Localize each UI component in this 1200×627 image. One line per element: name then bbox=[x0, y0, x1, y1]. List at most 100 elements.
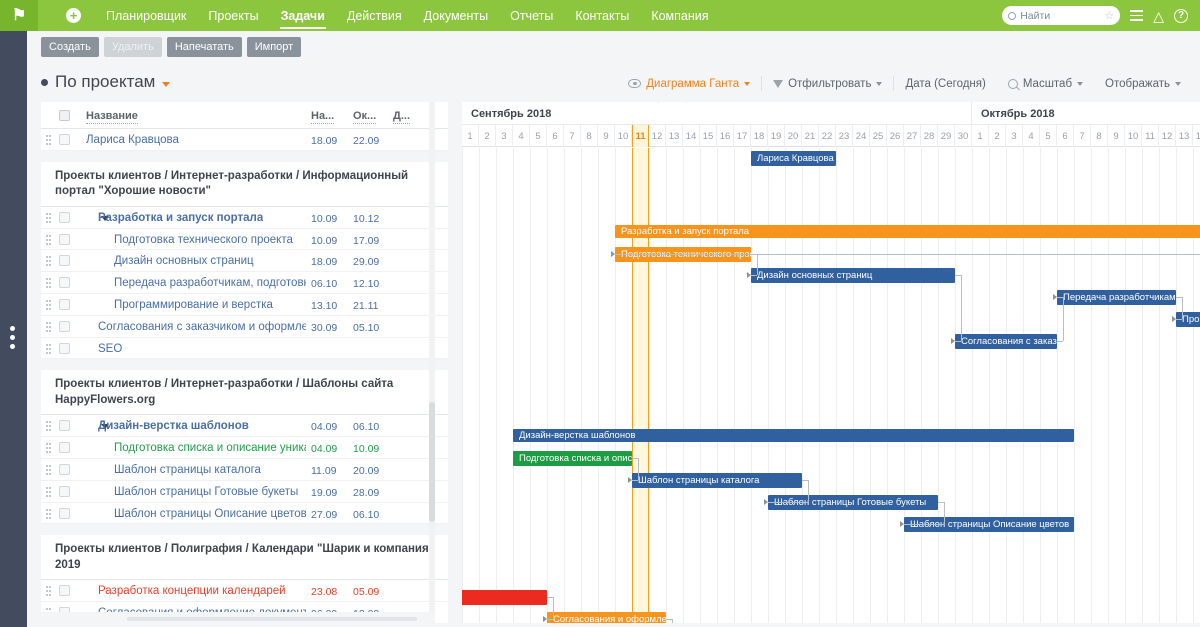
row-checkbox[interactable] bbox=[59, 343, 70, 354]
day-cell[interactable]: 27 bbox=[904, 125, 921, 147]
row-checkbox[interactable] bbox=[59, 212, 70, 223]
drag-handle[interactable] bbox=[46, 278, 51, 288]
row-checkbox[interactable] bbox=[59, 420, 70, 431]
day-cell[interactable]: 3 bbox=[496, 125, 513, 147]
star-icon[interactable]: ☆ bbox=[1104, 9, 1114, 22]
search-input[interactable]: Найти bbox=[1020, 10, 1100, 22]
plus-circle-icon[interactable]: + bbox=[66, 8, 81, 23]
drag-handle[interactable] bbox=[46, 487, 51, 497]
hamburger-menu-icon[interactable] bbox=[1130, 10, 1143, 20]
table-row[interactable]: Разработка концепции календарей23.0805.0… bbox=[41, 580, 448, 602]
nav-item-4[interactable]: Документы bbox=[413, 0, 499, 31]
table-row[interactable]: Подготовка технического проекта10.0917.0… bbox=[41, 229, 448, 251]
display-button[interactable]: Отображать bbox=[1094, 78, 1192, 90]
scale-button[interactable]: Масштаб bbox=[997, 78, 1094, 90]
app-logo[interactable]: ⚑ bbox=[0, 0, 38, 31]
day-cell[interactable]: 9 bbox=[598, 125, 615, 147]
table-row[interactable]: Подготовка списка и описание уникаль...0… bbox=[41, 437, 448, 459]
gantt-bar[interactable]: Дизайн-верстка шаблонов bbox=[513, 429, 1074, 442]
filter-button[interactable]: Отфильтровать bbox=[762, 78, 893, 90]
day-cell[interactable]: 8 bbox=[581, 125, 598, 147]
day-cell[interactable]: 2 bbox=[989, 125, 1006, 147]
task-name[interactable]: Шаблон страницы каталога bbox=[114, 464, 261, 476]
nav-item-7[interactable]: Компания bbox=[640, 0, 719, 31]
row-checkbox[interactable] bbox=[59, 134, 70, 145]
row-checkbox[interactable] bbox=[59, 585, 70, 596]
drag-handle[interactable] bbox=[46, 421, 51, 431]
table-row[interactable]: Разработка и запуск портала10.0910.12 bbox=[41, 207, 448, 229]
nav-item-5[interactable]: Отчеты bbox=[499, 0, 564, 31]
create-button[interactable]: Создать bbox=[41, 37, 99, 57]
day-cell[interactable]: 4 bbox=[513, 125, 530, 147]
delete-button[interactable]: Удалить bbox=[104, 37, 162, 57]
collapse-timeline-button[interactable] bbox=[658, 102, 687, 103]
table-row[interactable]: Согласования с заказчиком и оформлен...3… bbox=[41, 316, 448, 338]
day-cell[interactable]: 23 bbox=[836, 125, 853, 147]
chevron-down-icon[interactable] bbox=[162, 82, 170, 87]
row-checkbox[interactable] bbox=[59, 234, 70, 245]
task-name[interactable]: Разработка и запуск портала bbox=[98, 212, 263, 224]
day-cell[interactable]: 11 bbox=[1142, 125, 1159, 147]
day-cell[interactable]: 8 bbox=[1091, 125, 1108, 147]
day-cell[interactable]: 16 bbox=[717, 125, 734, 147]
day-cell[interactable]: 5 bbox=[530, 125, 547, 147]
day-cell[interactable]: 12 bbox=[1159, 125, 1176, 147]
table-row[interactable]: SEO bbox=[41, 338, 448, 360]
search-box[interactable]: Найти ☆ bbox=[1002, 6, 1120, 25]
day-cell[interactable]: 1 bbox=[972, 125, 989, 147]
drag-handle[interactable] bbox=[46, 586, 51, 596]
day-cell[interactable]: 12 bbox=[649, 125, 666, 147]
row-checkbox[interactable] bbox=[59, 508, 70, 519]
day-cell[interactable]: 10 bbox=[615, 125, 632, 147]
day-cell[interactable]: 6 bbox=[547, 125, 564, 147]
day-cell[interactable]: 15 bbox=[700, 125, 717, 147]
day-cell[interactable]: 2 bbox=[479, 125, 496, 147]
drag-handle[interactable] bbox=[46, 135, 51, 145]
day-cell[interactable]: 9 bbox=[1108, 125, 1125, 147]
day-cell[interactable]: 19 bbox=[768, 125, 785, 147]
gantt-bar[interactable]: Шаблон страницы каталога bbox=[632, 473, 802, 488]
day-cell[interactable]: 25 bbox=[870, 125, 887, 147]
gantt-bar[interactable]: Согласования и оформление ... bbox=[547, 612, 666, 623]
drag-handle[interactable] bbox=[46, 465, 51, 475]
day-cell[interactable]: 21 bbox=[802, 125, 819, 147]
gantt-bar[interactable]: Передача разработчикам, по... bbox=[1057, 290, 1176, 305]
task-name[interactable]: Лариса Кравцова bbox=[86, 134, 179, 146]
day-cell[interactable]: 10 bbox=[1125, 125, 1142, 147]
day-cell[interactable]: 5 bbox=[1040, 125, 1057, 147]
day-cell[interactable]: 7 bbox=[1074, 125, 1091, 147]
day-cell[interactable]: 28 bbox=[921, 125, 938, 147]
nav-item-2[interactable]: Задачи bbox=[270, 0, 336, 31]
row-checkbox[interactable] bbox=[59, 442, 70, 453]
column-header-name[interactable]: Название bbox=[86, 110, 138, 124]
select-all-checkbox[interactable] bbox=[59, 110, 70, 121]
task-name[interactable]: Дизайн основных страниц bbox=[114, 255, 254, 267]
row-checkbox[interactable] bbox=[59, 299, 70, 310]
day-cell[interactable]: 13 bbox=[666, 125, 683, 147]
day-cell[interactable]: 22 bbox=[819, 125, 836, 147]
nav-item-3[interactable]: Действия bbox=[336, 0, 413, 31]
row-checkbox[interactable] bbox=[59, 464, 70, 475]
task-name[interactable]: Программирование и верстка bbox=[114, 299, 273, 311]
gantt-bar[interactable]: Дизайн основных страниц bbox=[751, 268, 955, 283]
day-cell[interactable]: 26 bbox=[887, 125, 904, 147]
nav-item-0[interactable]: Планировщик bbox=[95, 0, 197, 31]
drag-handle[interactable] bbox=[46, 300, 51, 310]
nav-item-6[interactable]: Контакты bbox=[564, 0, 640, 31]
day-cell[interactable]: 14 bbox=[1193, 125, 1200, 147]
table-row[interactable]: Шаблон страницы Готовые букеты19.0928.09 bbox=[41, 481, 448, 503]
table-row[interactable]: Лариса Кравцова18.0922.09 bbox=[41, 129, 448, 151]
drag-handle[interactable] bbox=[46, 443, 51, 453]
table-row[interactable]: Дизайн основных страниц18.0929.09 bbox=[41, 250, 448, 272]
table-row[interactable]: Шаблон страницы Описание цветов27.0906.1… bbox=[41, 503, 448, 525]
table-row[interactable]: Дизайн-верстка шаблонов04.0906.10 bbox=[41, 415, 448, 437]
day-cell[interactable]: 6 bbox=[1057, 125, 1074, 147]
task-table-horizontal-scrollbar[interactable] bbox=[27, 612, 435, 627]
rocket-icon[interactable]: △ bbox=[1153, 9, 1164, 23]
row-checkbox[interactable] bbox=[59, 255, 70, 266]
day-cell[interactable]: 18 bbox=[751, 125, 768, 147]
task-name[interactable]: Шаблон страницы Готовые букеты bbox=[114, 486, 298, 498]
import-button[interactable]: Импорт bbox=[247, 37, 301, 57]
rail-more-options-icon[interactable] bbox=[10, 326, 15, 349]
day-cell[interactable]: 13 bbox=[1176, 125, 1193, 147]
